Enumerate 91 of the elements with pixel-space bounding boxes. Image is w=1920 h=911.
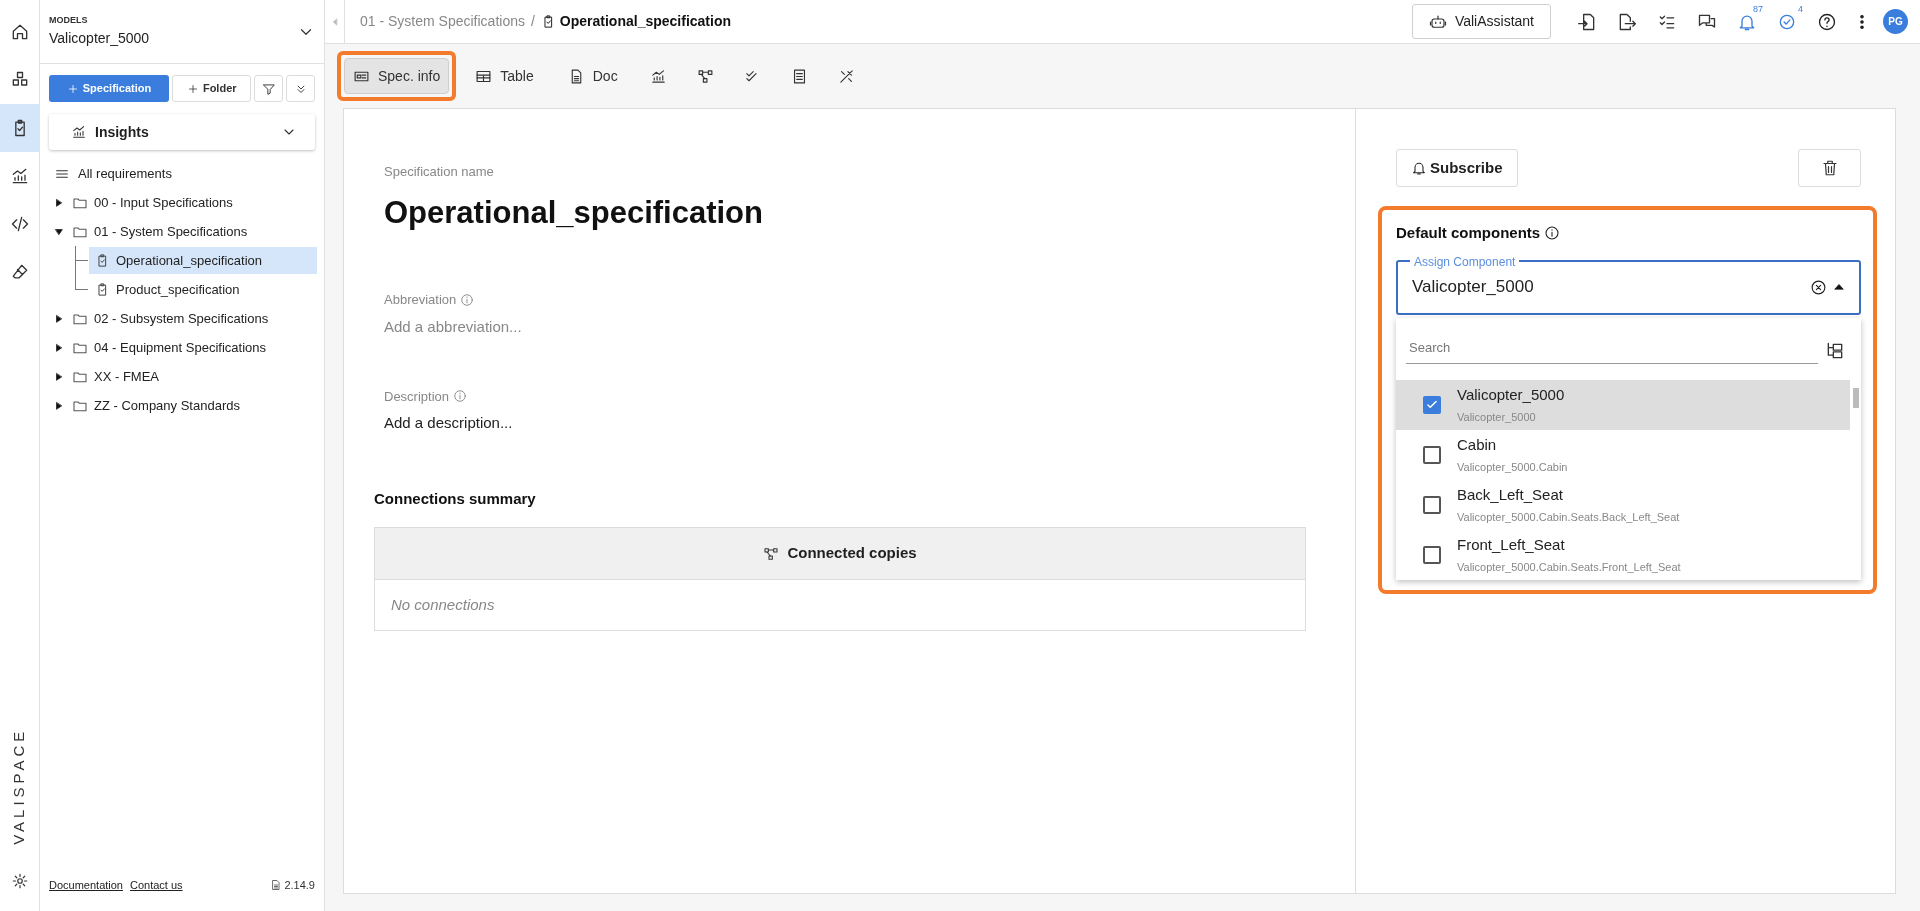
count-label: 4: [1798, 2, 1803, 16]
caret-icon[interactable]: [54, 313, 64, 324]
file-export-icon[interactable]: [1617, 11, 1637, 32]
file-import-icon[interactable]: [1577, 11, 1597, 32]
insights-panel[interactable]: Insights: [49, 114, 315, 150]
subscribe-button[interactable]: Subscribe: [1396, 149, 1518, 187]
user-avatar[interactable]: PG: [1883, 9, 1908, 34]
info-icon: [460, 292, 475, 307]
section-title: Connections summary: [374, 488, 537, 509]
info-icon: [1544, 225, 1561, 242]
models-label: MODELS: [49, 14, 89, 28]
option-name: Back_Left_Seat: [1457, 484, 1564, 505]
model-name: Valicopter_5000: [49, 28, 150, 48]
footer-link[interactable]: Contact us: [130, 876, 183, 894]
filter-button[interactable]: [254, 75, 284, 102]
option-row[interactable]: Front_Left_Seat Valicopter_5000.Cabin.Seats.Front_Left_Seat: [1396, 530, 1850, 580]
toolbar-tab[interactable]: Table: [467, 58, 542, 94]
count-label: 87: [1753, 2, 1763, 16]
section-title: Default components: [1396, 223, 1541, 243]
tree-item[interactable]: ZZ - Company Standards: [94, 395, 240, 416]
plus-icon: [186, 82, 199, 95]
new-specification-button[interactable]: Specification: [49, 75, 170, 102]
abbreviation-field[interactable]: Add a abbreviation...: [384, 315, 984, 338]
code-icon: [10, 214, 30, 234]
checkbox[interactable]: [1423, 546, 1441, 564]
search-field[interactable]: Search: [1406, 337, 1818, 364]
help-icon[interactable]: [1817, 11, 1837, 32]
checkbox[interactable]: [1423, 396, 1441, 414]
new-folder-button[interactable]: Folder: [172, 75, 252, 102]
option-path: Valicopter_5000.Cabin: [1457, 459, 1568, 475]
breadcrumb-link[interactable]: 01 - System Specifications: [360, 11, 525, 32]
option-row[interactable]: Back_Left_Seat Valicopter_5000.Cabin.Seats.Back_Left_Seat: [1396, 480, 1850, 530]
home-icon: [10, 22, 30, 42]
document-icon: [270, 879, 283, 891]
breadcrumb-current: Operational_specification: [559, 12, 732, 31]
option-row[interactable]: Valicopter_5000 Valicopter_5000: [1396, 380, 1850, 430]
option-path: Valicopter_5000.Cabin.Seats.Front_Left_Seat: [1457, 559, 1681, 575]
nodes-icon: [696, 67, 714, 85]
assistant-button[interactable]: ValiAssistant: [1411, 4, 1551, 39]
chart-icon: [10, 166, 30, 186]
filter-icon: [261, 81, 276, 96]
checkbox[interactable]: [1423, 446, 1441, 464]
tree-item[interactable]: Product_specification: [89, 276, 317, 303]
logo-text: VALISPACE: [9, 727, 29, 845]
caret-icon[interactable]: [54, 197, 64, 208]
bell-icon: [1411, 160, 1427, 176]
tree-item[interactable]: Operational_specification: [89, 247, 317, 274]
line-chart-icon: [71, 124, 87, 140]
caret-icon[interactable]: [54, 342, 64, 353]
checkbox[interactable]: [1423, 496, 1441, 514]
insights-label: Insights: [95, 122, 149, 142]
toolbar-tab[interactable]: Spec. info: [344, 58, 450, 94]
tree-item[interactable]: All requirements: [78, 163, 172, 184]
tree-item[interactable]: 02 - Subsystem Specifications: [94, 308, 269, 329]
tools-icon: [837, 67, 855, 85]
tree-item[interactable]: 00 - Input Specifications: [94, 192, 233, 213]
field-label: Abbreviation: [384, 291, 457, 309]
empty-message: No connections: [391, 594, 495, 615]
footer-link[interactable]: Documentation: [49, 876, 123, 894]
version-label: 2.14.9: [284, 877, 315, 893]
delete-button[interactable]: [1798, 149, 1861, 187]
option-name: Front_Left_Seat: [1457, 534, 1566, 555]
description-field[interactable]: Add a description...: [384, 412, 1315, 435]
line-chart-icon: [649, 67, 667, 85]
toolbar-tab[interactable]: Doc: [559, 58, 626, 94]
option-name: Valicopter_5000: [1457, 384, 1565, 405]
option-name: Cabin: [1457, 434, 1498, 455]
caret-icon[interactable]: [54, 226, 64, 237]
caret-icon[interactable]: [54, 371, 64, 382]
option-row[interactable]: Cabin Valicopter_5000.Cabin: [1396, 430, 1850, 480]
info-icon: [453, 389, 468, 404]
breadcrumb-separator: /: [529, 12, 536, 31]
trash-icon: [1820, 159, 1839, 177]
settings-icon[interactable]: [10, 872, 29, 890]
nodes-icon: [763, 545, 780, 562]
caret-up-icon[interactable]: [1833, 281, 1845, 293]
field-label: Specification name: [384, 163, 495, 181]
option-path: Valicopter_5000: [1457, 409, 1537, 425]
field-value: Valicopter_5000: [1412, 276, 1534, 299]
caret-icon[interactable]: [54, 400, 64, 411]
clear-icon[interactable]: [1810, 278, 1827, 296]
option-path: Valicopter_5000.Cabin.Seats.Back_Left_Seat: [1457, 509, 1680, 525]
specification-name: Operational_specification: [384, 193, 764, 232]
plus-icon: [66, 82, 79, 95]
column-header: Connected copies: [787, 543, 917, 564]
tree-item[interactable]: 04 - Equipment Specifications: [94, 337, 266, 358]
tree-view-icon[interactable]: [1825, 340, 1845, 361]
tree-item[interactable]: 01 - System Specifications: [94, 221, 248, 242]
tree-item[interactable]: XX - FMEA: [94, 366, 159, 387]
scrollbar-thumb[interactable]: [1853, 388, 1859, 408]
field-label: Description: [384, 387, 450, 406]
